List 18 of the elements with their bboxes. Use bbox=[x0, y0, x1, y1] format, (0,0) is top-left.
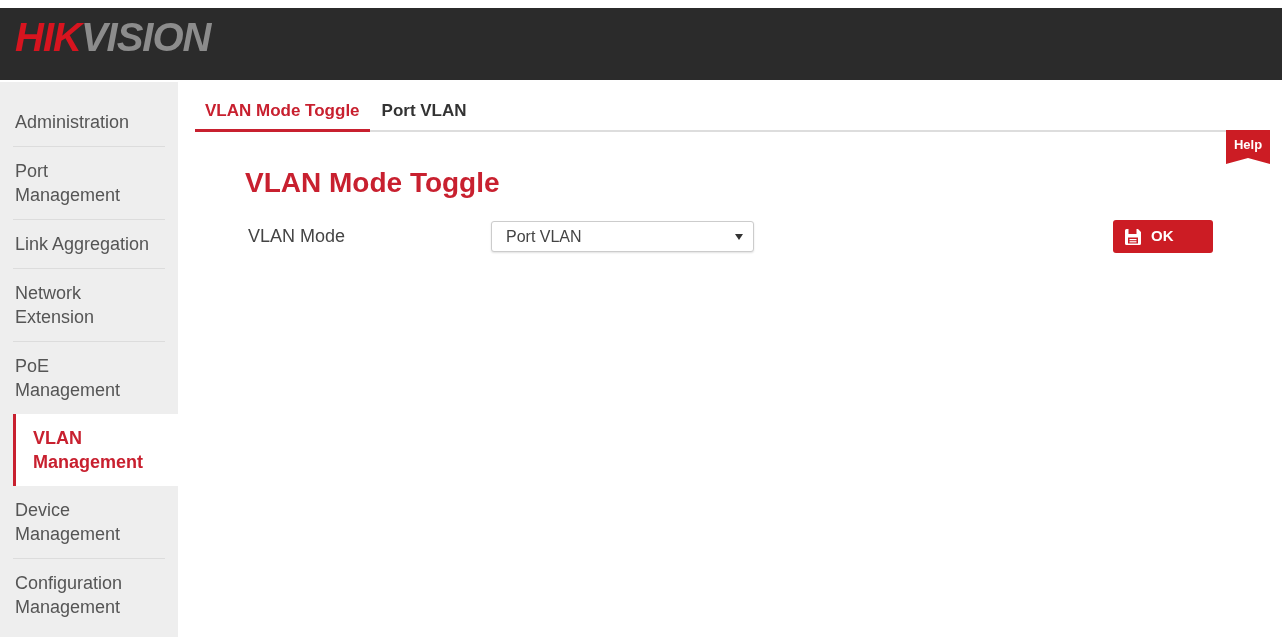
tab[interactable]: Port VLAN bbox=[369, 100, 479, 132]
sidebar-item[interactable]: Network Extension bbox=[0, 269, 178, 341]
logo: HIKVISION bbox=[15, 17, 211, 57]
sidebar-item[interactable]: Configuration Management bbox=[0, 559, 178, 631]
vlan-mode-select[interactable]: Port VLAN bbox=[491, 221, 754, 252]
caret-icon bbox=[735, 233, 743, 240]
sidebar-item[interactable]: Link Aggregation bbox=[0, 220, 178, 268]
save-icon bbox=[1124, 227, 1142, 246]
sidebar-item[interactable]: Device Management bbox=[0, 486, 178, 558]
sidebar-item[interactable]: Port Management bbox=[0, 147, 178, 219]
tab[interactable]: VLAN Mode Toggle bbox=[195, 100, 370, 132]
sidebar-item[interactable]: VLAN Management bbox=[13, 414, 178, 486]
section-title: VLAN Mode Toggle bbox=[245, 167, 500, 199]
field-label: VLAN Mode bbox=[248, 225, 347, 248]
sidebar-item[interactable]: PoE Management bbox=[0, 342, 178, 414]
ok-button[interactable]: OK bbox=[1113, 220, 1213, 253]
help-button[interactable]: Help bbox=[1226, 130, 1270, 164]
sidebar-item[interactable]: Administration bbox=[0, 98, 178, 146]
